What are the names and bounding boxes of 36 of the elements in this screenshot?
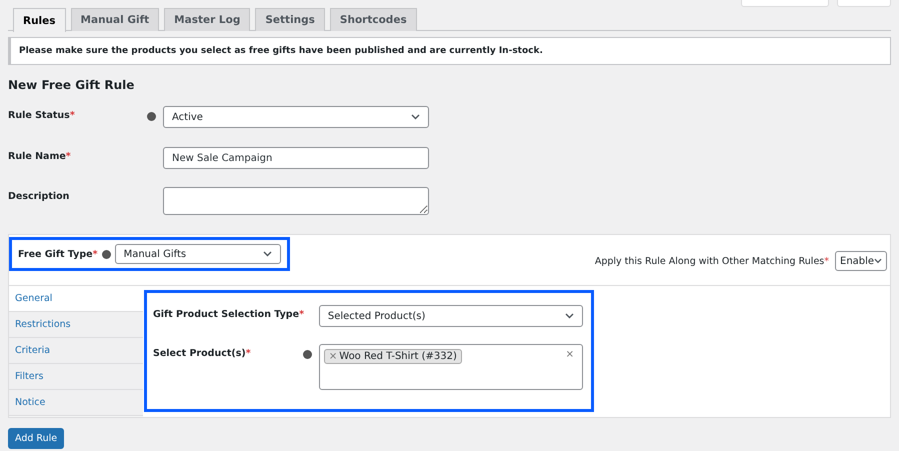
chevron-down-icon [565, 313, 574, 319]
side-tab[interactable]: Criteria [9, 338, 143, 364]
gift-type-select[interactable]: Manual Gifts [114, 244, 281, 264]
help-icon[interactable] [303, 350, 312, 359]
side-tab[interactable]: General [9, 286, 143, 312]
field-label: Select Product(s)* [153, 347, 252, 359]
chevron-down-icon [262, 251, 272, 257]
field-label: Free Gift Type* [18, 248, 98, 260]
field-label: Rule Status* [8, 109, 76, 121]
product-tag: × Woo Red T-Shirt (#332) [324, 349, 462, 364]
clear-button[interactable]: × [566, 349, 574, 360]
field-label: Gift Product Selection Type* [153, 308, 303, 320]
side-tab[interactable]: Notice [9, 390, 143, 416]
tab[interactable]: Settings [255, 8, 325, 31]
help-icon[interactable] [102, 250, 111, 258]
apply-rule-select[interactable]: Enable [835, 251, 887, 271]
add-rule-button[interactable]: Add Rule [8, 428, 64, 449]
product-select[interactable]: × Woo Red T-Shirt (#332) × [318, 344, 583, 390]
chevron-down-icon [411, 114, 420, 120]
tab[interactable]: Manual Gift [70, 8, 160, 31]
side-tab[interactable]: Restrictions [9, 312, 143, 338]
rule-name-field[interactable]: New Sale Campaign [163, 147, 429, 169]
field-label: Apply this Rule Along with Other Matching Rules* [594, 256, 829, 266]
description-field[interactable] [163, 187, 429, 215]
status-select[interactable]: Active [163, 106, 429, 128]
tab[interactable]: Shortcodes [330, 8, 417, 31]
chevron-down-icon [874, 258, 882, 264]
page-heading: New Free Gift Rule [8, 78, 136, 92]
tab[interactable]: Master Log [164, 8, 250, 31]
notice-message: Please make sure the products you select as free gifts have been published and are currently In-stock. [8, 37, 891, 65]
side-tab[interactable]: Filters [9, 364, 143, 390]
tab[interactable]: Rules [13, 8, 66, 32]
field-label: Description [8, 190, 70, 202]
selection-type-select[interactable]: Selected Product(s) [318, 305, 583, 327]
help-icon[interactable] [147, 112, 156, 121]
field-label: Rule Name* [8, 150, 72, 162]
